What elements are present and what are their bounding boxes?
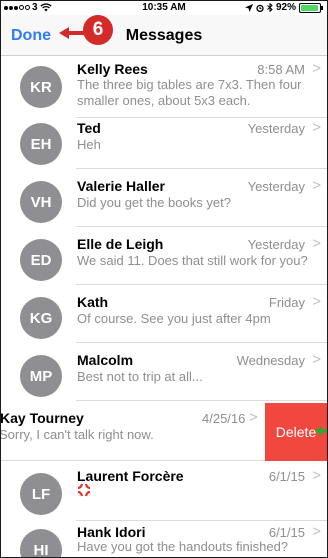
contact-name: Elle de Leigh	[77, 236, 164, 252]
message-preview: Best not to trip at all...	[77, 369, 203, 384]
chevron-right-icon: >	[312, 293, 321, 310]
chevron-right-icon: >	[312, 235, 321, 252]
message-preview: Did you get the books yet?	[77, 195, 231, 210]
message-time: 6/1/15	[268, 469, 305, 484]
contact-name: Malcolm	[77, 352, 134, 368]
location-icon	[244, 3, 253, 12]
avatar: MP	[20, 355, 62, 397]
contact-name: Hank Idori	[77, 524, 146, 540]
message-time: 6/1/15	[268, 525, 305, 540]
message-preview: Heh	[77, 137, 101, 152]
chevron-right-icon: >	[312, 523, 321, 540]
alarm-icon	[256, 4, 264, 12]
avatar: KG	[20, 297, 62, 339]
conversation-row[interactable]: KR Kelly Rees 8:58 AM > The three big ta…	[1, 56, 327, 118]
message-preview: Have you got the handouts finished?	[77, 539, 289, 554]
conversation-row-swiped[interactable]: Kay Tourney 4/25/16 > Sorry, I can't tal…	[1, 401, 327, 465]
chevron-right-icon: >	[249, 409, 258, 426]
contact-name: Kay Tourney	[0, 410, 84, 426]
message-time: Yesterday	[247, 121, 305, 136]
contact-name: Kath	[77, 294, 109, 310]
message-preview: Of course. See you just after 4pm	[77, 311, 271, 326]
avatar: LF	[20, 473, 62, 515]
bluetooth-icon	[267, 3, 273, 12]
message-time: Yesterday	[247, 179, 305, 194]
chevron-right-icon: >	[312, 467, 321, 484]
contact-name: Laurent Forcère	[77, 468, 184, 484]
navigation-bar: Done Messages	[1, 15, 327, 56]
avatar: EH	[20, 123, 62, 165]
conversation-row[interactable]: VH Valerie Haller Yesterday > Did you ge…	[1, 169, 327, 231]
message-time: 4/25/16	[202, 411, 246, 426]
status-bar: 3 10:35 AM 92%	[1, 1, 327, 15]
chevron-right-icon: >	[312, 351, 321, 368]
page-title: Messages	[125, 27, 203, 44]
pointer-arrow-icon	[315, 426, 327, 436]
step-callout-badge: 6	[83, 15, 113, 45]
avatar: KR	[20, 66, 62, 108]
contact-name: Kelly Rees	[77, 61, 148, 77]
message-time: Wednesday	[236, 353, 305, 368]
battery-icon	[299, 2, 323, 13]
phone-screen: 3 10:35 AM 92% Done Messages 6 KR Kelly …	[0, 0, 328, 558]
contact-name: Ted	[77, 120, 101, 136]
message-preview: The three big tables are 7x3. Then four …	[77, 77, 302, 108]
message-time: Friday	[268, 295, 305, 310]
anger-symbol-icon	[77, 483, 91, 497]
conversation-row[interactable]: EH Ted Yesterday > Heh	[1, 111, 327, 173]
callout-arrow-icon	[59, 27, 85, 39]
avatar: VH	[20, 181, 62, 223]
avatar: HI	[20, 529, 62, 557]
message-preview: Sorry, I can't talk right now.	[0, 427, 154, 442]
message-preview: We said 11. Does that still work for you…	[77, 253, 308, 268]
status-right: 92%	[244, 2, 323, 13]
message-time: Yesterday	[247, 237, 305, 252]
chevron-right-icon: >	[312, 119, 321, 136]
conversation-row[interactable]: MP Malcolm Wednesday > Best not to trip …	[1, 343, 327, 405]
conversation-row[interactable]: KG Kath Friday > Of course. See you just…	[1, 285, 327, 347]
chevron-right-icon: >	[312, 177, 321, 194]
conversation-row[interactable]: ED Elle de Leigh Yesterday > We said 11.…	[1, 227, 327, 289]
avatar: ED	[20, 239, 62, 281]
contact-name: Valerie Haller	[77, 178, 165, 194]
chevron-right-icon: >	[312, 60, 321, 77]
battery-percent: 92%	[275, 2, 296, 13]
message-time: 8:58 AM	[257, 62, 305, 77]
conversation-row[interactable]: HI Hank Idori 6/1/15 > Have you got the …	[1, 519, 327, 557]
conversation-row[interactable]: LF Laurent Forcère 6/1/15 >	[1, 461, 327, 523]
